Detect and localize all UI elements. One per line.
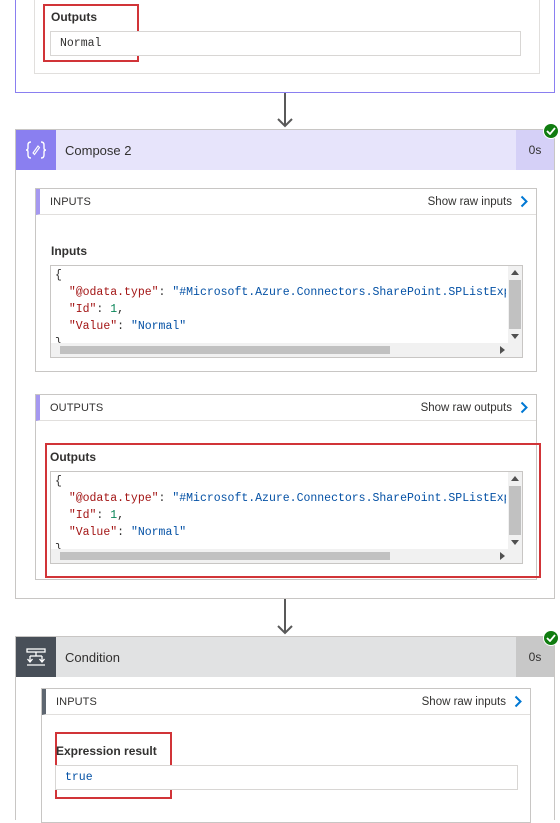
code-line: "Value": "Normal" [68,320,187,333]
expression-result-value: true [55,765,518,790]
show-raw-inputs-label: Show raw inputs [421,695,506,708]
outputs-heading: OUTPUTS [50,401,104,414]
compose-inputs-heading-row: INPUTS Show raw inputs [36,189,536,215]
outputs-field-label: Outputs [50,450,96,464]
compose-braces-icon [16,130,56,170]
flow-connector-arrow [277,599,293,636]
code-line: { [55,269,62,282]
show-raw-inputs-link[interactable]: Show raw inputs [422,695,522,708]
condition-branch-icon [16,637,56,677]
check-circle-icon [543,123,559,139]
code-line: } [55,541,506,549]
compose-2-card: Compose 2 0s INPUTS Show raw inputs Inpu… [15,129,555,599]
inputs-heading: INPUTS [56,695,97,708]
chevron-right-icon [520,401,528,414]
inputs-json-viewer[interactable]: { "@odata.type": "#Microsoft.Azure.Conne… [50,265,523,358]
inputs-json-text: { "@odata.type": "#Microsoft.Azure.Conne… [55,267,506,343]
code-line: "Value": "Normal" [68,526,187,539]
inputs-field-label: Inputs [51,244,87,258]
condition-inputs-heading-row: INPUTS Show raw inputs [42,689,530,715]
chevron-right-icon [520,195,528,208]
condition-header[interactable]: Condition 0s [16,637,554,677]
code-line: { [55,475,62,488]
compose-inputs-panel: INPUTS Show raw inputs Inputs { "@odata.… [35,188,537,372]
show-raw-inputs-label: Show raw inputs [427,195,512,208]
show-raw-outputs-label: Show raw outputs [420,401,512,414]
show-raw-outputs-link[interactable]: Show raw outputs [421,401,528,414]
horizontal-scrollbar[interactable] [51,343,508,357]
compose-2-title: Compose 2 [65,142,132,158]
vertical-scrollbar[interactable] [508,266,522,343]
outputs-label: Outputs [51,10,97,24]
previous-action-outputs-panel: Outputs Normal [34,0,540,74]
condition-card: Condition 0s INPUTS Show raw inputs Expr… [15,636,555,823]
condition-inputs-panel: INPUTS Show raw inputs Expression result… [41,688,531,823]
condition-title: Condition [65,649,120,665]
code-line: "Id": 1, [68,509,125,522]
chevron-right-icon [514,695,522,708]
vertical-scrollbar[interactable] [508,472,522,549]
inputs-heading: INPUTS [50,195,91,208]
code-line: "@odata.type": "#Microsoft.Azure.Connect… [68,286,506,299]
expression-result-label: Expression result [56,744,157,758]
horizontal-scrollbar[interactable] [51,549,508,563]
compose-2-header[interactable]: Compose 2 0s [16,130,554,170]
outputs-value: Normal [50,31,521,56]
compose-outputs-heading-row: OUTPUTS Show raw outputs [36,395,536,421]
outputs-json-viewer[interactable]: { "@odata.type": "#Microsoft.Azure.Conne… [50,471,523,564]
code-line: } [55,335,506,343]
flow-connector-arrow [277,93,293,129]
code-line: "Id": 1, [68,303,125,316]
outputs-json-text: { "@odata.type": "#Microsoft.Azure.Conne… [55,473,506,549]
show-raw-inputs-link[interactable]: Show raw inputs [428,195,528,208]
check-circle-icon [543,630,559,646]
compose-outputs-panel: OUTPUTS Show raw outputs Outputs { "@oda… [35,394,541,580]
code-line: "@odata.type": "#Microsoft.Azure.Connect… [68,492,506,505]
